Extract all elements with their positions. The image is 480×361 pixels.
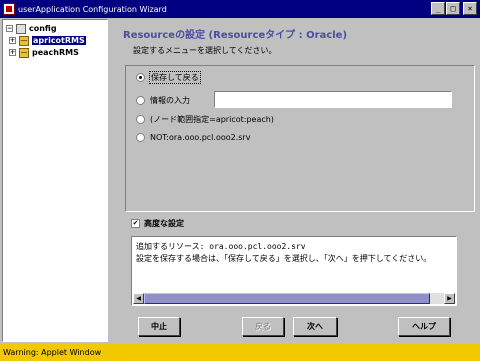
option-enter-info[interactable]: 情報の入力 — [136, 95, 190, 106]
scroll-thumb[interactable] — [144, 293, 430, 304]
option-label: (ノード範囲指定=apricot:peach) — [150, 115, 274, 124]
help-button[interactable]: ヘルプ — [398, 317, 450, 336]
window-title: userApplication Configuration Wizard — [18, 4, 167, 14]
expand-icon[interactable]: + — [9, 49, 16, 56]
horizontal-scrollbar[interactable]: ◀ ▶ — [133, 293, 455, 304]
advanced-settings-label: 高度な設定 — [144, 219, 184, 228]
applet-warning-bar: Warning: Applet Window — [0, 344, 480, 361]
page-title: Resourceの設定 (Resourceタイプ : Oracle) — [123, 30, 348, 41]
option-save-and-return[interactable]: 保存して戻る — [136, 71, 201, 84]
radio-icon[interactable] — [136, 133, 145, 142]
radio-icon[interactable] — [136, 96, 145, 105]
checkbox-checked-icon[interactable]: ✔ — [131, 219, 140, 228]
next-button[interactable]: 次へ — [293, 317, 337, 336]
tree-node-label: peachRMS — [32, 48, 79, 57]
minimize-button[interactable]: _ — [431, 2, 445, 15]
tree-node-label: config — [29, 24, 57, 33]
advanced-settings-toggle[interactable]: ✔ 高度な設定 — [131, 218, 184, 229]
server-icon — [19, 35, 29, 46]
title-bar: userApplication Configuration Wizard _ □… — [0, 0, 480, 18]
config-icon — [16, 23, 26, 34]
option-label: NOT:ora.ooo.pcl.ooo2.srv — [150, 133, 251, 142]
radio-icon[interactable] — [136, 115, 145, 124]
info-line: 追加するリソース: ora.ooo.pcl.ooo2.srv — [136, 242, 306, 251]
option-not-resource[interactable]: NOT:ora.ooo.pcl.ooo2.srv — [136, 133, 250, 142]
option-label: 情報の入力 — [150, 96, 190, 105]
scroll-right-icon[interactable]: ▶ — [444, 293, 455, 304]
cancel-button[interactable]: 中止 — [138, 317, 180, 336]
info-input[interactable] — [214, 91, 452, 108]
scroll-left-icon[interactable]: ◀ — [133, 293, 144, 304]
tree-node-config[interactable]: − config — [6, 23, 57, 34]
expand-icon[interactable]: + — [9, 37, 16, 44]
info-line: 設定を保存する場合は、「保存して戻る」を選択し、「次へ」を押下してください。 — [136, 254, 432, 263]
app-icon — [3, 3, 15, 15]
radio-selected-icon[interactable] — [136, 73, 145, 82]
wizard-pane: Resourceの設定 (Resourceタイプ : Oracle) 設定するメ… — [111, 19, 479, 342]
option-label: 保存して戻る — [149, 71, 201, 84]
option-node-range[interactable]: (ノード範囲指定=apricot:peach) — [136, 114, 274, 125]
config-tree[interactable]: − config + apricotRMS + peachRMS — [2, 19, 108, 342]
window-controls: _ □ × — [431, 2, 477, 15]
maximize-button[interactable]: □ — [446, 2, 460, 15]
tree-node-peachrms[interactable]: + peachRMS — [9, 47, 79, 58]
info-text-area[interactable]: 追加するリソース: ora.ooo.pcl.ooo2.srv 設定を保存する場合… — [131, 236, 457, 306]
tree-node-label: apricotRMS — [32, 36, 86, 45]
scroll-track[interactable] — [144, 293, 444, 304]
tree-node-apricotrms[interactable]: + apricotRMS — [9, 35, 86, 46]
collapse-icon[interactable]: − — [6, 25, 13, 32]
page-instruction: 設定するメニューを選択してください。 — [133, 46, 277, 55]
menu-options-panel: 保存して戻る 情報の入力 (ノード範囲指定=apricot:peach) NOT… — [125, 65, 475, 212]
server-icon — [19, 47, 29, 58]
close-button[interactable]: × — [463, 2, 477, 15]
back-button[interactable]: 戻る — [242, 317, 284, 336]
